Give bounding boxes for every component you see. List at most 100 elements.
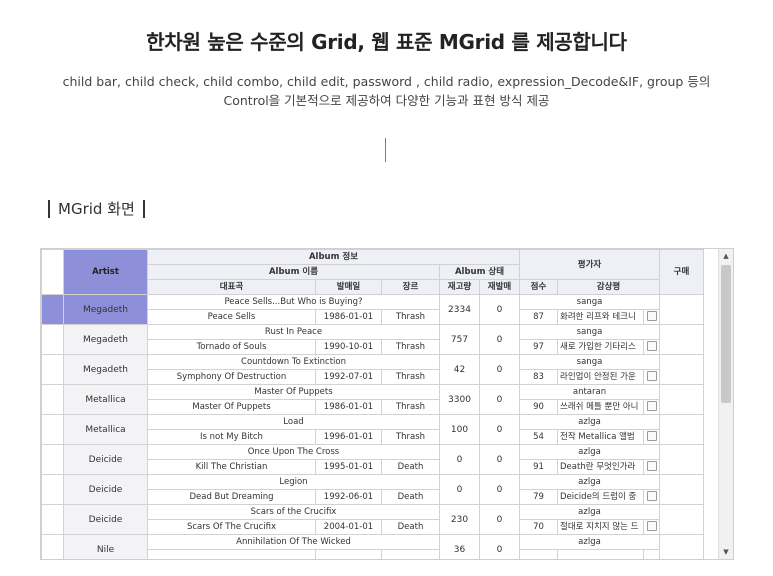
cell-reissue[interactable]: 0 bbox=[479, 444, 520, 475]
table-row[interactable]: Metallica Load 100 0 azlga bbox=[41, 414, 704, 445]
cell-artist[interactable]: Metallica bbox=[63, 384, 148, 415]
cell-album[interactable]: Scars of the Crucifix bbox=[147, 504, 440, 520]
header-main-song[interactable]: 대표곡 bbox=[147, 279, 316, 295]
scroll-down-arrow-icon[interactable]: ▼ bbox=[719, 545, 733, 559]
cell-genre[interactable]: Death bbox=[381, 519, 440, 535]
table-row[interactable]: Deicide Scars of the Crucifix 230 0 azlg… bbox=[41, 504, 704, 535]
cell-stock[interactable]: 0 bbox=[439, 444, 480, 475]
cell-comment[interactable]: 전작 Metallica 앨범 bbox=[557, 429, 644, 445]
buy-checkbox[interactable] bbox=[646, 431, 657, 441]
cell-reissue[interactable]: 0 bbox=[479, 324, 520, 355]
cell-score[interactable]: 90 bbox=[519, 399, 558, 415]
buy-checkbox[interactable] bbox=[646, 461, 657, 471]
buy-checkbox[interactable] bbox=[646, 341, 657, 351]
cell-stock[interactable]: 42 bbox=[439, 354, 480, 385]
cell-check[interactable] bbox=[643, 549, 660, 559]
cell-date[interactable]: 1986-01-01 bbox=[315, 399, 382, 415]
cell-check[interactable] bbox=[643, 489, 660, 505]
cell-genre[interactable] bbox=[381, 549, 440, 559]
cell-genre[interactable]: Thrash bbox=[381, 429, 440, 445]
cell-artist[interactable]: Deicide bbox=[63, 474, 148, 505]
cell-buy[interactable] bbox=[659, 444, 704, 475]
cell-reviewer[interactable]: azlga bbox=[519, 444, 660, 460]
cell-album[interactable]: Countdown To Extinction bbox=[147, 354, 440, 370]
cell-reviewer[interactable]: azlga bbox=[519, 474, 660, 490]
buy-checkbox[interactable] bbox=[646, 311, 657, 321]
cell-artist[interactable]: Megadeth bbox=[63, 324, 148, 355]
cell-reissue[interactable]: 0 bbox=[479, 504, 520, 535]
cell-artist[interactable]: Nile bbox=[63, 534, 148, 559]
cell-stock[interactable]: 100 bbox=[439, 414, 480, 445]
cell-reissue[interactable]: 0 bbox=[479, 354, 520, 385]
buy-checkbox[interactable] bbox=[646, 401, 657, 411]
cell-comment[interactable]: Death란 무엇인가라 bbox=[557, 459, 644, 475]
vertical-scrollbar[interactable]: ▲ ▼ bbox=[718, 249, 733, 559]
cell-reissue[interactable]: 0 bbox=[479, 474, 520, 505]
row-selector[interactable] bbox=[41, 294, 64, 325]
row-selector[interactable] bbox=[41, 474, 64, 505]
cell-score[interactable]: 70 bbox=[519, 519, 558, 535]
cell-check[interactable] bbox=[643, 459, 660, 475]
cell-song[interactable]: Scars Of The Crucifix bbox=[147, 519, 316, 535]
cell-song[interactable]: Tornado of Souls bbox=[147, 339, 316, 355]
cell-song[interactable]: Dead But Dreaming bbox=[147, 489, 316, 505]
cell-date[interactable]: 1996-01-01 bbox=[315, 429, 382, 445]
header-release-date[interactable]: 발매일 bbox=[315, 279, 382, 295]
cell-check[interactable] bbox=[643, 309, 660, 325]
cell-comment[interactable]: 라인업이 안정된 가운 bbox=[557, 369, 644, 385]
row-selector[interactable] bbox=[41, 354, 64, 385]
header-artist[interactable]: Artist bbox=[63, 249, 148, 295]
cell-artist[interactable]: Megadeth bbox=[63, 294, 148, 325]
cell-album[interactable]: Annihilation Of The Wicked bbox=[147, 534, 440, 550]
cell-genre[interactable]: Death bbox=[381, 489, 440, 505]
cell-buy[interactable] bbox=[659, 414, 704, 445]
cell-check[interactable] bbox=[643, 399, 660, 415]
scroll-up-arrow-icon[interactable]: ▲ bbox=[719, 249, 733, 263]
cell-stock[interactable]: 36 bbox=[439, 534, 480, 559]
cell-genre[interactable]: Thrash bbox=[381, 369, 440, 385]
cell-check[interactable] bbox=[643, 369, 660, 385]
cell-check[interactable] bbox=[643, 519, 660, 535]
table-row[interactable]: Metallica Master Of Puppets 3300 0 antar… bbox=[41, 384, 704, 415]
cell-reviewer[interactable]: azlga bbox=[519, 504, 660, 520]
table-row[interactable]: Megadeth Rust In Peace 757 0 sanga bbox=[41, 324, 704, 355]
table-row[interactable]: Nile Annihilation Of The Wicked 36 0 azl… bbox=[41, 534, 704, 559]
cell-date[interactable]: 1990-10-01 bbox=[315, 339, 382, 355]
cell-date[interactable]: 2004-01-01 bbox=[315, 519, 382, 535]
header-stock[interactable]: 재고량 bbox=[439, 279, 480, 295]
cell-score[interactable]: 87 bbox=[519, 309, 558, 325]
cell-artist[interactable]: Metallica bbox=[63, 414, 148, 445]
row-selector[interactable] bbox=[41, 534, 64, 559]
cell-buy[interactable] bbox=[659, 294, 704, 325]
cell-check[interactable] bbox=[643, 339, 660, 355]
cell-reviewer[interactable]: azlga bbox=[519, 414, 660, 430]
cell-song[interactable]: Kill The Christian bbox=[147, 459, 316, 475]
cell-comment[interactable]: 절대로 지치지 않는 드 bbox=[557, 519, 644, 535]
buy-checkbox[interactable] bbox=[646, 371, 657, 381]
cell-score[interactable]: 91 bbox=[519, 459, 558, 475]
cell-album[interactable]: Master Of Puppets bbox=[147, 384, 440, 400]
cell-artist[interactable]: Deicide bbox=[63, 444, 148, 475]
cell-buy[interactable] bbox=[659, 474, 704, 505]
cell-comment[interactable]: 화려한 리프와 테크니 bbox=[557, 309, 644, 325]
cell-stock[interactable]: 0 bbox=[439, 474, 480, 505]
cell-reissue[interactable]: 0 bbox=[479, 534, 520, 559]
cell-album[interactable]: Load bbox=[147, 414, 440, 430]
cell-buy[interactable] bbox=[659, 534, 704, 559]
table-row[interactable]: Megadeth Peace Sells...But Who is Buying… bbox=[41, 294, 704, 325]
cell-song[interactable] bbox=[147, 549, 316, 559]
cell-buy[interactable] bbox=[659, 504, 704, 535]
header-buy[interactable]: 구매 bbox=[659, 249, 704, 295]
table-row[interactable]: Megadeth Countdown To Extinction 42 0 sa… bbox=[41, 354, 704, 385]
table-row[interactable]: Deicide Legion 0 0 azlga bbox=[41, 474, 704, 505]
cell-comment[interactable] bbox=[557, 549, 644, 559]
cell-check[interactable] bbox=[643, 429, 660, 445]
cell-stock[interactable]: 757 bbox=[439, 324, 480, 355]
header-review[interactable]: 감상평 bbox=[557, 279, 660, 295]
cell-stock[interactable]: 3300 bbox=[439, 384, 480, 415]
row-selector[interactable] bbox=[41, 504, 64, 535]
cell-score[interactable]: 83 bbox=[519, 369, 558, 385]
cell-stock[interactable]: 230 bbox=[439, 504, 480, 535]
cell-reviewer[interactable]: azlga bbox=[519, 534, 660, 550]
cell-artist[interactable]: Megadeth bbox=[63, 354, 148, 385]
